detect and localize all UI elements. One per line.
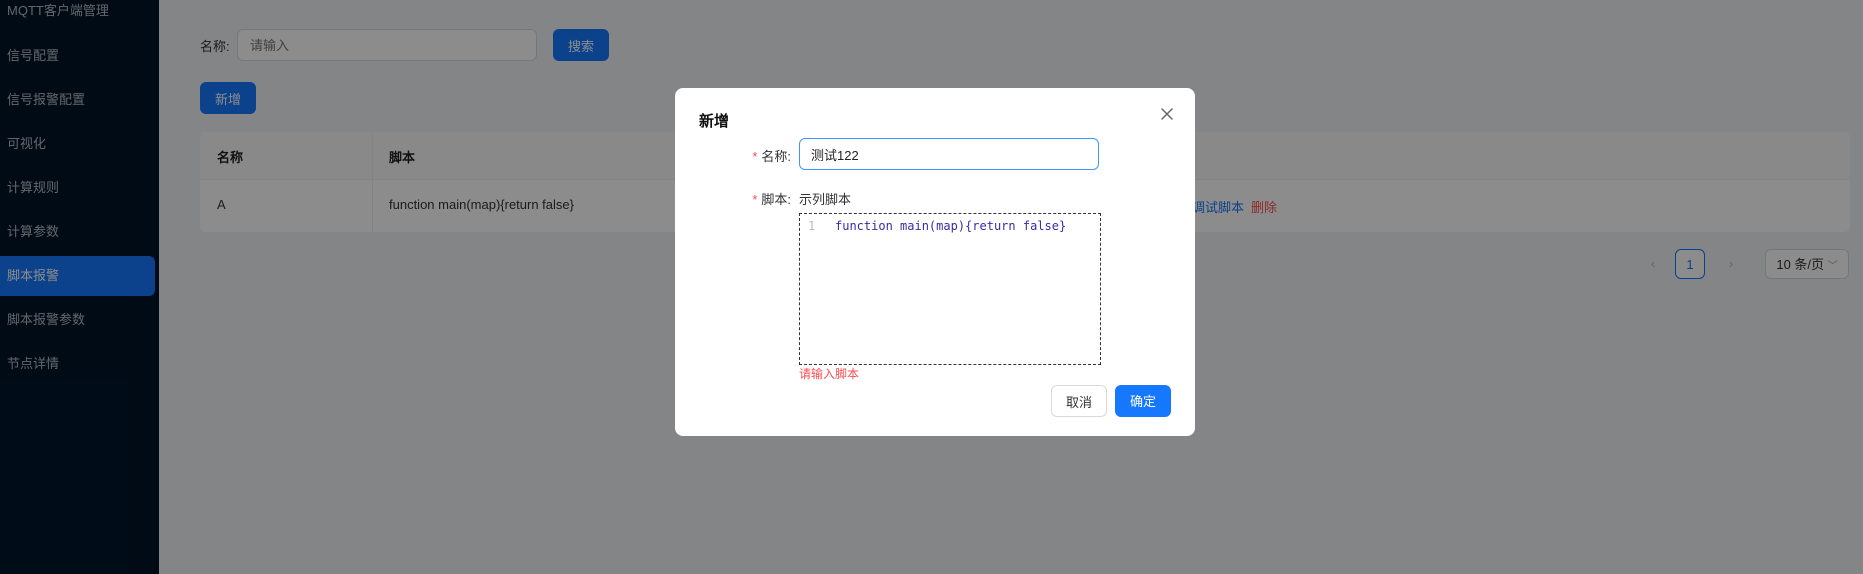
sample-script-link[interactable]: 示列脚本 <box>799 189 851 208</box>
ok-button[interactable]: 确定 <box>1115 385 1171 417</box>
name-label: * 名称: <box>752 149 791 164</box>
line-number: 1 <box>808 219 816 233</box>
modal-title: 新增 <box>699 113 730 130</box>
cancel-button[interactable]: 取消 <box>1051 385 1107 417</box>
script-label: * 脚本: <box>752 192 791 207</box>
required-mark: * <box>752 192 758 207</box>
required-mark: * <box>752 149 758 164</box>
close-icon[interactable] <box>1157 104 1177 124</box>
code-line[interactable]: function main(map){return false} <box>835 219 1066 233</box>
add-dialog: 新增 *名称: *脚本: 示列脚本 1 function main(map){r… <box>675 88 1195 436</box>
name-input[interactable] <box>799 138 1099 170</box>
script-error-message: 请输入脚本 <box>799 367 860 381</box>
script-editor[interactable]: 1 function main(map){return false} <box>799 213 1101 365</box>
